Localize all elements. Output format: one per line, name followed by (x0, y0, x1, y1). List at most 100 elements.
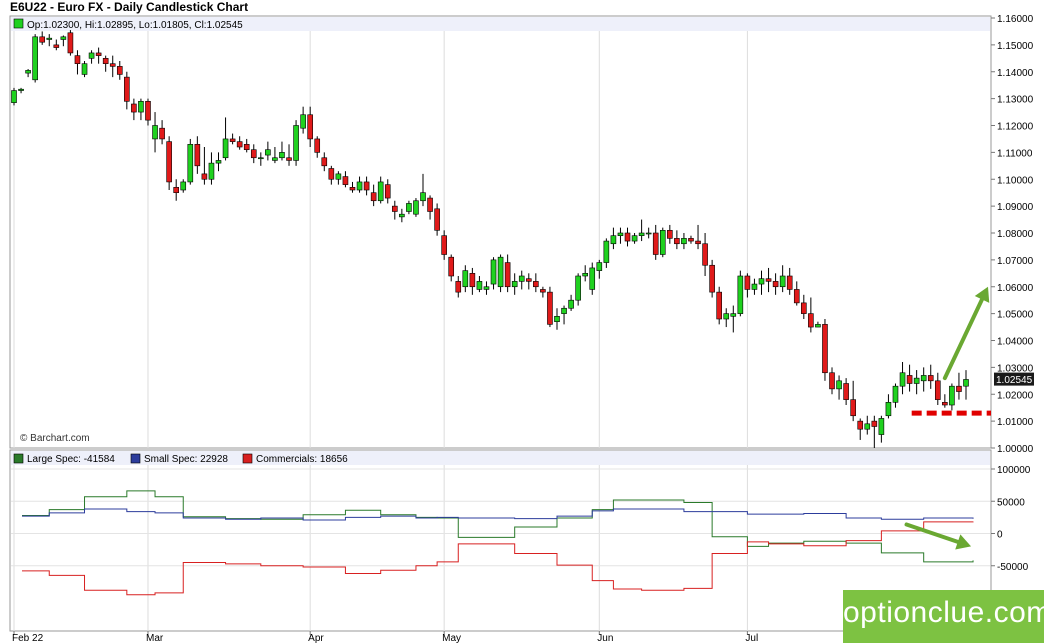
month-label: Feb 22 (12, 633, 44, 643)
price-tick-label: 1.02000 (997, 390, 1034, 401)
candle-body-up (518, 275, 525, 282)
candle-body-up (681, 238, 687, 245)
last-price-marker: 1.02545 (994, 372, 1034, 386)
candle-body-up (815, 324, 821, 328)
candle-body-up (659, 230, 666, 255)
candle-body-up (215, 160, 222, 164)
candle (293, 120, 299, 166)
cot-y-axis: 100000 50000 0 -50000 (991, 465, 1031, 573)
candle-body-down (39, 36, 46, 43)
candle-body-up (46, 37, 53, 40)
price-tick-label: 1.11000 (997, 148, 1033, 159)
candle-body-up (258, 157, 264, 160)
candle-body-down (194, 144, 201, 167)
candle-body-up (81, 63, 88, 75)
price-y-axis: 1.16000 1.15000 1.14000 1.13000 1.12000 1.110… (991, 14, 1034, 455)
price-tick-label: 1.00000 (997, 444, 1034, 455)
month-label: Jun (597, 633, 613, 643)
price-panel: Op:1.02300, Hi:1.02895, Lo:1.01805, Cl:1… (9, 14, 1034, 455)
candle-body-down (384, 184, 391, 199)
candle-body-up (399, 213, 405, 218)
cot-tick-label: 50000 (997, 497, 1025, 508)
candle-body-up (589, 267, 596, 290)
candle (497, 254, 504, 293)
cot-tick-label: -50000 (997, 562, 1029, 573)
price-tick-label: 1.08000 (997, 229, 1034, 240)
price-tick-label: 1.13000 (997, 95, 1034, 106)
candle-body-up (60, 36, 67, 40)
candle-body-down (236, 141, 243, 148)
candle-body-up (561, 307, 567, 314)
candle-body-down (109, 63, 116, 67)
candle-body-up (293, 125, 299, 161)
chart-canvas: E6U22 - Euro FX - Daily Candlestick Char… (9, 0, 1034, 643)
month-label: Apr (308, 633, 324, 643)
candle-body-down (159, 127, 165, 140)
candle-body-down (956, 385, 962, 392)
candle-body-down (934, 380, 941, 400)
candle-body-down (688, 238, 694, 242)
legend-swatch-commercials (242, 453, 253, 464)
candle (716, 286, 722, 325)
candle-body-down (391, 205, 398, 212)
candle-body-down (504, 262, 511, 288)
candle-body-up (596, 262, 603, 271)
candle-body-up (511, 281, 518, 288)
month-label: Jul (745, 633, 758, 643)
candle-body-up (758, 278, 765, 285)
month-label: Mar (146, 633, 164, 643)
candle-body-down (145, 101, 151, 121)
candle (32, 34, 38, 83)
candle (11, 87, 17, 106)
price-tick-label: 1.14000 (997, 68, 1034, 79)
candle-body-up (617, 232, 624, 236)
legend-label-commercials: Commercials: 18656 (256, 454, 348, 465)
candle (81, 61, 88, 78)
candle-body-up (737, 275, 744, 314)
chart-title: E6U22 - Euro FX - Daily Candlestick Char… (10, 0, 248, 14)
candle-body-down (850, 399, 856, 417)
candle-body-down (328, 168, 335, 180)
candle-body-up (462, 270, 469, 288)
candle-body-up (864, 423, 871, 430)
candle-body-down (709, 264, 715, 293)
candle (166, 136, 172, 190)
candle-body-down (906, 375, 913, 384)
candle-body-down (448, 256, 455, 277)
candle-body-up (187, 144, 194, 183)
candle-body-up (413, 200, 419, 215)
candle-body-up (949, 385, 955, 406)
legend-label-large-spec: Large Spec: -41584 (27, 454, 115, 465)
candle-body-down (53, 44, 60, 48)
candle-body-down (765, 278, 772, 282)
candle-body-up (25, 70, 31, 74)
price-tick-label: 1.10000 (997, 175, 1034, 186)
legend-label-small-spec: Small Spec: 22928 (144, 454, 228, 465)
candle-body-up (138, 101, 144, 113)
candle-body-up (356, 181, 363, 191)
candle-body-down (843, 383, 849, 400)
candle-body-up (582, 273, 589, 277)
candle-body-down (124, 76, 130, 102)
cot-legend: Large Spec: -41584 Small Spec: 22928 Com… (13, 453, 348, 465)
ohlc-legend-label: Op:1.02300, Hi:1.02895, Lo:1.01805, Cl:1… (27, 20, 243, 31)
candle-body-up (497, 256, 504, 288)
candle-body-down (441, 235, 447, 255)
candle (187, 138, 194, 185)
candle-body-down (131, 103, 137, 113)
candle-body-up (300, 114, 306, 129)
candle-body-down (321, 157, 328, 167)
candle-body-down (667, 230, 673, 239)
candle-body-down (286, 157, 292, 161)
candle-body-down (74, 55, 81, 64)
candle-body-down (674, 238, 680, 245)
candle-body-up (554, 316, 560, 322)
candle (709, 259, 715, 298)
candle-body-down (801, 302, 807, 314)
candle-body-up (420, 192, 426, 202)
candle-body-down (250, 149, 257, 159)
candle (547, 286, 553, 328)
candle-body-up (779, 275, 786, 288)
candle-body-up (878, 418, 885, 435)
candle-body-up (11, 90, 17, 103)
